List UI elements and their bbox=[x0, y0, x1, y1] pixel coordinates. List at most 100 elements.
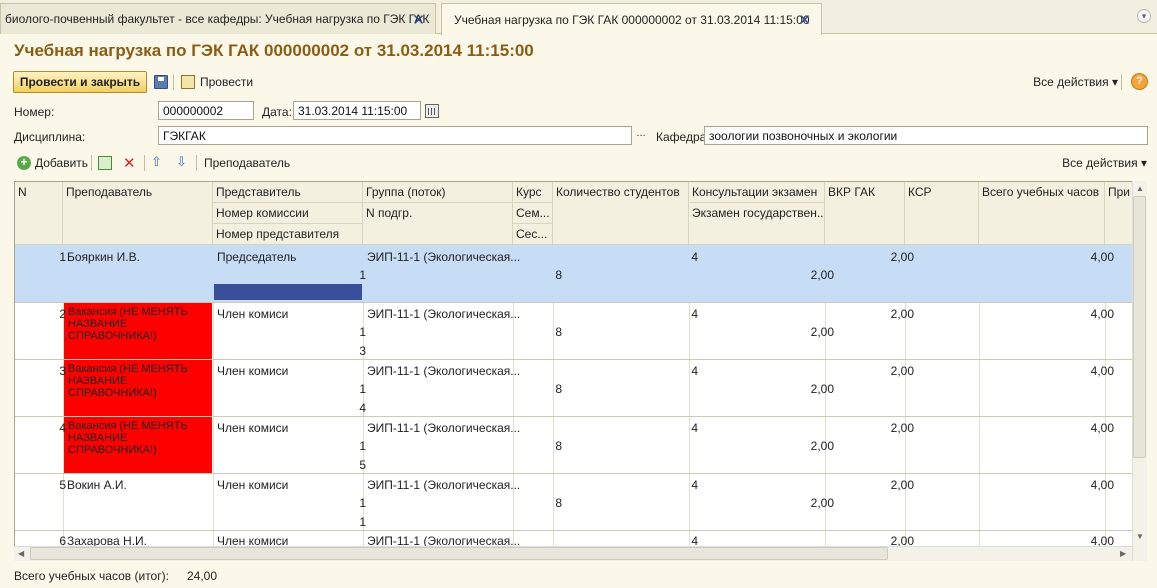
col-header-subgroup[interactable]: N подгр. bbox=[363, 203, 513, 245]
help-icon[interactable]: ? bbox=[1131, 73, 1148, 90]
move-down-icon[interactable]: ⇩ bbox=[176, 154, 187, 170]
scroll-down-icon[interactable]: ▼ bbox=[1136, 532, 1144, 541]
rep-number-cell[interactable]: 1 bbox=[359, 515, 366, 529]
total-cell[interactable]: 4,00 bbox=[1091, 478, 1114, 492]
teacher-cell-vacancy[interactable]: Вакансия (НЕ МЕНЯТЬ НАЗВАНИЕ СПРАВОЧНИКА… bbox=[64, 303, 212, 359]
col-header-rep-number[interactable]: Номер представителя bbox=[213, 224, 363, 245]
add-icon[interactable]: + bbox=[17, 156, 31, 170]
close-icon[interactable]: ✕ bbox=[412, 11, 425, 29]
total-cell[interactable]: 4,00 bbox=[1091, 421, 1114, 435]
col-header-total[interactable]: Всего учебных часов bbox=[979, 182, 1105, 245]
vkr-cell[interactable]: 2,00 bbox=[891, 307, 914, 321]
move-up-icon[interactable]: ⇧ bbox=[151, 154, 162, 170]
representative-cell[interactable]: Член комиси bbox=[217, 364, 288, 378]
calendar-icon[interactable] bbox=[425, 104, 439, 118]
scroll-left-icon[interactable]: ◀ bbox=[18, 549, 24, 558]
col-header-session[interactable]: Сес... bbox=[513, 224, 553, 245]
col-header-students[interactable]: Количество студентов bbox=[553, 182, 689, 245]
col-header-consultations[interactable]: Консультации экзамен bbox=[689, 182, 825, 203]
commission-cell[interactable]: 1 bbox=[359, 325, 366, 339]
toolbar-divider bbox=[91, 155, 92, 171]
state-exam-cell[interactable]: 2,00 bbox=[811, 439, 834, 453]
semester-cell[interactable]: 8 bbox=[555, 496, 562, 510]
table-row-selected[interactable] bbox=[15, 245, 1133, 302]
post-icon[interactable] bbox=[181, 75, 195, 89]
semester-cell[interactable]: 8 bbox=[555, 268, 562, 282]
all-actions-menu[interactable]: Все действия ▾ bbox=[1033, 75, 1118, 89]
group-cell[interactable]: ЭИП-11-1 (Экологическая... bbox=[367, 250, 520, 264]
teacher-cell[interactable]: Вокин А.И. bbox=[67, 478, 127, 492]
representative-cell[interactable]: Член комиси bbox=[217, 421, 288, 435]
col-header-n[interactable]: N bbox=[15, 182, 63, 245]
col-header-vkr[interactable]: ВКР ГАК bbox=[825, 182, 905, 245]
rep-number-input[interactable] bbox=[214, 284, 362, 300]
teacher-cell-vacancy[interactable]: Вакансия (НЕ МЕНЯТЬ НАЗВАНИЕ СПРАВОЧНИКА… bbox=[64, 360, 212, 416]
total-cell[interactable]: 4,00 bbox=[1091, 307, 1114, 321]
col-header-note[interactable]: При bbox=[1105, 182, 1133, 245]
rep-number-cell[interactable]: 3 bbox=[359, 344, 366, 358]
discipline-field[interactable]: ГЭКГАК bbox=[158, 126, 632, 145]
table-all-actions-menu[interactable]: Все действия ▾ bbox=[1062, 156, 1147, 170]
total-cell[interactable]: 4,00 bbox=[1091, 364, 1114, 378]
representative-cell[interactable]: Член комиси bbox=[217, 478, 288, 492]
scroll-right-icon[interactable]: ▶ bbox=[1120, 549, 1126, 558]
delete-icon[interactable]: ✕ bbox=[123, 154, 136, 172]
total-cell[interactable]: 4,00 bbox=[1091, 250, 1114, 264]
commission-cell[interactable]: 1 bbox=[359, 439, 366, 453]
tab-list[interactable]: биолого-почвенный факультет - все кафедр… bbox=[0, 3, 436, 34]
state-exam-cell[interactable]: 2,00 bbox=[811, 496, 834, 510]
commission-cell[interactable]: 1 bbox=[359, 382, 366, 396]
group-cell[interactable]: ЭИП-11-1 (Экологическая... bbox=[367, 478, 520, 492]
students-cell[interactable]: 4 bbox=[691, 307, 698, 321]
department-field[interactable]: зоологии позвоночных и экологии bbox=[704, 126, 1148, 145]
scroll-up-icon[interactable]: ▲ bbox=[1136, 184, 1144, 193]
commission-cell[interactable]: 1 bbox=[359, 496, 366, 510]
group-cell[interactable]: ЭИП-11-1 (Экологическая... bbox=[367, 307, 520, 321]
date-field[interactable]: 31.03.2014 11:15:00 bbox=[293, 101, 421, 120]
horizontal-scrollbar-thumb[interactable] bbox=[30, 547, 888, 560]
col-header-teacher[interactable]: Преподаватель bbox=[63, 182, 213, 245]
vkr-cell[interactable]: 2,00 bbox=[891, 364, 914, 378]
copy-icon[interactable] bbox=[98, 156, 112, 170]
col-header-representative[interactable]: Представитель bbox=[213, 182, 363, 203]
teacher-button[interactable]: Преподаватель bbox=[204, 156, 290, 170]
close-icon[interactable]: ✕ bbox=[798, 11, 811, 29]
vertical-scrollbar-thumb[interactable] bbox=[1133, 196, 1146, 458]
state-exam-cell[interactable]: 2,00 bbox=[811, 268, 834, 282]
semester-cell[interactable]: 8 bbox=[555, 439, 562, 453]
save-icon[interactable] bbox=[154, 75, 168, 89]
representative-cell[interactable]: Член комиси bbox=[217, 307, 288, 321]
students-cell[interactable]: 4 bbox=[691, 478, 698, 492]
chevron-down-icon[interactable]: ▾ bbox=[1137, 9, 1151, 23]
post-button[interactable]: Провести bbox=[200, 75, 253, 89]
rep-number-cell[interactable]: 4 bbox=[359, 401, 366, 415]
col-header-ksr[interactable]: КСР bbox=[905, 182, 979, 245]
state-exam-cell[interactable]: 2,00 bbox=[811, 382, 834, 396]
group-cell[interactable]: ЭИП-11-1 (Экологическая... bbox=[367, 421, 520, 435]
post-and-close-button[interactable]: Провести и закрыть bbox=[13, 71, 147, 93]
students-cell[interactable]: 4 bbox=[691, 250, 698, 264]
teacher-cell-vacancy[interactable]: Вакансия (НЕ МЕНЯТЬ НАЗВАНИЕ СПРАВОЧНИКА… bbox=[64, 417, 212, 473]
students-cell[interactable]: 4 bbox=[691, 364, 698, 378]
semester-cell[interactable]: 8 bbox=[555, 325, 562, 339]
col-header-course[interactable]: Курс bbox=[513, 182, 553, 203]
students-cell[interactable]: 4 bbox=[691, 421, 698, 435]
tab-document[interactable]: Учебная нагрузка по ГЭК ГАК 000000002 от… bbox=[441, 3, 822, 35]
teacher-cell[interactable]: Бояркин И.В. bbox=[67, 250, 140, 264]
vkr-cell[interactable]: 2,00 bbox=[891, 250, 914, 264]
col-header-group[interactable]: Группа (поток) bbox=[363, 182, 513, 203]
col-header-state-exam[interactable]: Экзамен государствен... bbox=[689, 203, 825, 245]
col-header-commission[interactable]: Номер комиссии bbox=[213, 203, 363, 224]
vkr-cell[interactable]: 2,00 bbox=[891, 478, 914, 492]
col-header-semester[interactable]: Сем... bbox=[513, 203, 553, 224]
select-button[interactable]: ... bbox=[633, 127, 649, 145]
add-button[interactable]: Добавить bbox=[35, 156, 88, 170]
number-field[interactable]: 000000002 bbox=[158, 101, 254, 120]
group-cell[interactable]: ЭИП-11-1 (Экологическая... bbox=[367, 364, 520, 378]
vkr-cell[interactable]: 2,00 bbox=[891, 421, 914, 435]
state-exam-cell[interactable]: 2,00 bbox=[811, 325, 834, 339]
commission-cell[interactable]: 1 bbox=[359, 268, 366, 282]
semester-cell[interactable]: 8 bbox=[555, 382, 562, 396]
representative-cell[interactable]: Председатель bbox=[217, 250, 296, 264]
rep-number-cell[interactable]: 5 bbox=[359, 458, 366, 472]
